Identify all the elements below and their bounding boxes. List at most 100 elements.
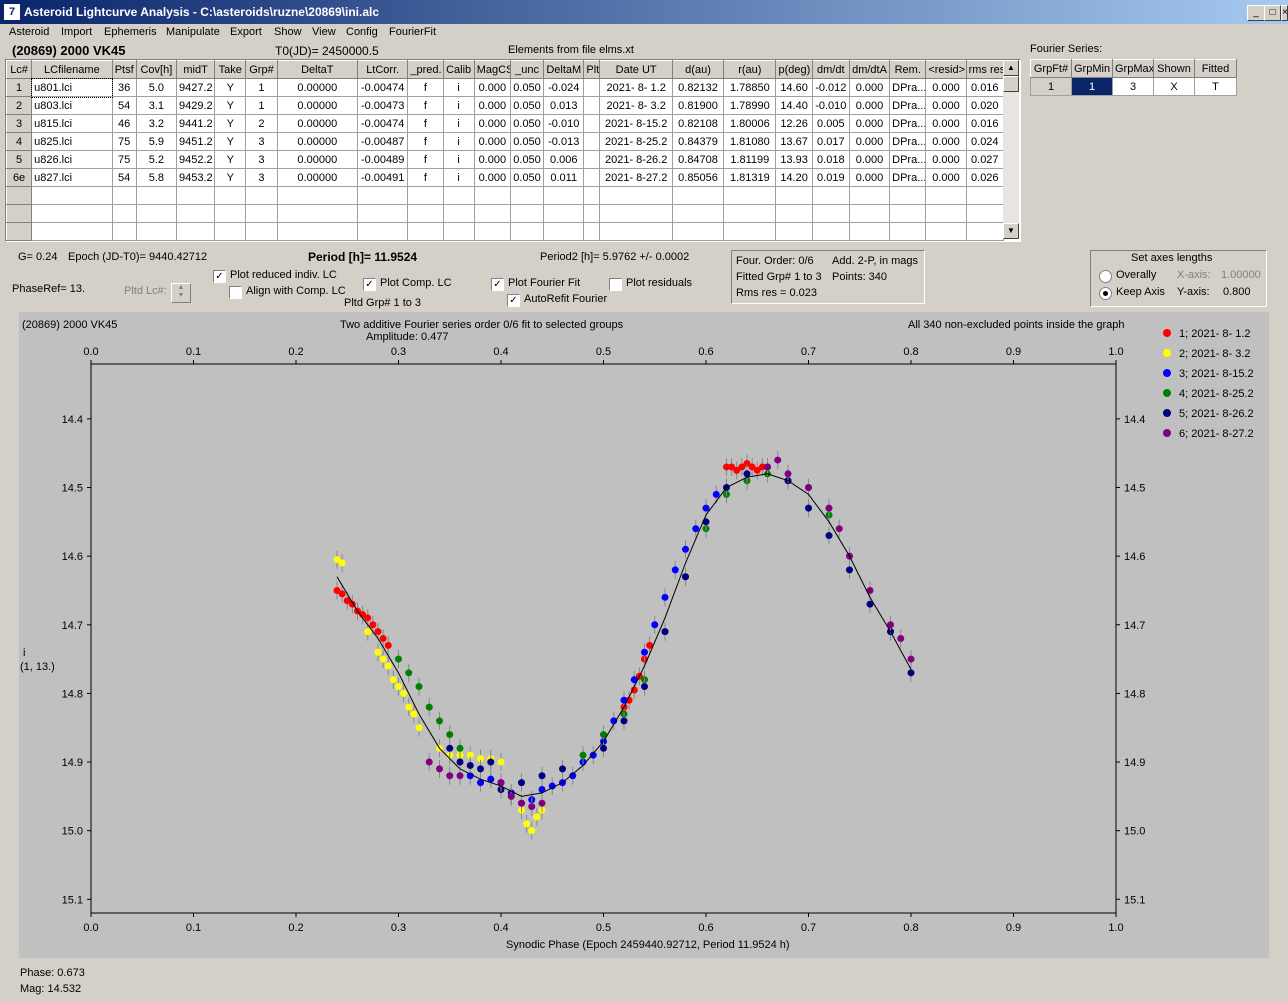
table-cell[interactable] bbox=[583, 222, 601, 241]
table-cell[interactable]: f bbox=[407, 132, 444, 151]
table-cell[interactable]: 1.78990 bbox=[723, 96, 777, 115]
table-cell[interactable] bbox=[509, 186, 545, 205]
yaxis-value[interactable]: 0.800 bbox=[1223, 286, 1251, 298]
table-cell[interactable]: 14.20 bbox=[775, 168, 813, 187]
row-header[interactable]: 3 bbox=[6, 114, 33, 133]
table-cell[interactable] bbox=[811, 204, 850, 223]
lc-col-header[interactable]: LCfilename bbox=[31, 60, 113, 79]
table-cell[interactable]: 0.000 bbox=[925, 78, 967, 97]
table-cell[interactable] bbox=[111, 222, 137, 241]
table-cell[interactable] bbox=[775, 186, 813, 205]
menu-asteroid[interactable]: Asteroid bbox=[9, 26, 49, 38]
table-cell[interactable] bbox=[214, 222, 247, 241]
table-cell[interactable]: Y bbox=[214, 78, 247, 97]
table-cell[interactable] bbox=[245, 186, 278, 205]
table-cell[interactable]: 0.050 bbox=[509, 150, 545, 169]
table-cell[interactable]: 3.2 bbox=[135, 114, 177, 133]
table-cell[interactable]: 0.00000 bbox=[276, 96, 359, 115]
table-cell[interactable]: DPra... bbox=[889, 150, 927, 169]
keep-axis-radio[interactable] bbox=[1099, 287, 1112, 300]
table-cell[interactable] bbox=[407, 204, 444, 223]
row-header[interactable]: 5 bbox=[6, 150, 33, 169]
lc-col-header[interactable]: DeltaT bbox=[276, 60, 359, 79]
table-cell[interactable]: 0.000 bbox=[848, 150, 891, 169]
table-row[interactable]: 2 u803.lci 54 3.1 9429.2 Y 1 0.00000 -0.00473 f i 0… bbox=[6, 96, 1005, 115]
table-cell[interactable]: 0.000 bbox=[925, 114, 967, 133]
table-cell[interactable]: 2021- 8-15.2 bbox=[599, 114, 673, 133]
fourier-cell-grpmin[interactable]: 1 bbox=[1071, 77, 1113, 96]
lc-col-header[interactable]: dm/dt bbox=[811, 60, 850, 79]
table-cell[interactable]: u825.lci bbox=[31, 132, 113, 151]
table-cell[interactable]: i bbox=[442, 96, 475, 115]
table-cell[interactable] bbox=[31, 204, 113, 223]
table-cell[interactable] bbox=[31, 186, 113, 205]
table-cell[interactable]: f bbox=[407, 78, 444, 97]
table-cell[interactable] bbox=[245, 222, 278, 241]
table-cell[interactable] bbox=[671, 204, 725, 223]
table-cell[interactable]: Y bbox=[214, 150, 247, 169]
lc-col-header[interactable]: Rem. bbox=[889, 60, 927, 79]
autorefit-checkbox[interactable]: ✓ bbox=[507, 294, 520, 307]
table-cell[interactable] bbox=[6, 222, 33, 241]
table-cell[interactable]: 3 bbox=[245, 168, 278, 187]
table-cell[interactable]: 5.0 bbox=[135, 78, 177, 97]
table-cell[interactable]: DPra... bbox=[889, 132, 927, 151]
table-cell[interactable]: 1.80006 bbox=[723, 114, 777, 133]
table-cell[interactable]: 0.00000 bbox=[276, 168, 359, 187]
table-cell[interactable]: 0.024 bbox=[965, 132, 1005, 151]
lc-col-header[interactable]: rms res bbox=[965, 60, 1005, 79]
table-cell[interactable]: 54 bbox=[111, 168, 137, 187]
overally-radio[interactable] bbox=[1099, 270, 1112, 283]
table-cell[interactable]: 0.019 bbox=[811, 168, 850, 187]
table-cell[interactable] bbox=[925, 204, 967, 223]
maximize-button[interactable]: □ bbox=[1264, 5, 1281, 21]
table-cell[interactable] bbox=[583, 78, 601, 97]
lc-col-header[interactable]: DeltaM bbox=[543, 60, 585, 79]
table-cell[interactable]: -0.00489 bbox=[357, 150, 409, 169]
table-cell[interactable]: 0.000 bbox=[848, 96, 891, 115]
table-row[interactable]: 1 u801.lci 36 5.0 9427.2 Y 1 0.00000 -0.00474 f i 0… bbox=[6, 77, 1005, 98]
table-cell[interactable]: DPra... bbox=[889, 78, 927, 97]
plot-reduced-checkbox[interactable]: ✓ bbox=[213, 270, 226, 283]
table-cell[interactable]: -0.00491 bbox=[357, 168, 409, 187]
lc-col-header[interactable]: LtCorr. bbox=[357, 60, 409, 79]
table-cell[interactable]: 1 bbox=[245, 78, 278, 97]
table-cell[interactable]: 3 bbox=[245, 150, 278, 169]
table-cell[interactable]: 0.050 bbox=[509, 96, 545, 115]
table-cell[interactable] bbox=[965, 204, 1005, 223]
table-cell[interactable]: 0.84708 bbox=[671, 150, 725, 169]
table-cell[interactable] bbox=[583, 132, 601, 151]
table-cell[interactable] bbox=[543, 186, 585, 205]
table-cell[interactable] bbox=[473, 186, 511, 205]
table-cell[interactable]: 14.60 bbox=[775, 78, 813, 97]
table-row[interactable]: 4 u825.lci 75 5.9 9451.2 Y 3 0.00000 -0.00487 f i 0… bbox=[6, 132, 1005, 151]
table-cell[interactable]: -0.00473 bbox=[357, 96, 409, 115]
align-comp-checkbox[interactable] bbox=[229, 286, 242, 299]
table-row[interactable]: 3 u815.lci 46 3.2 9441.2 Y 2 0.00000 -0.00474 f i 0… bbox=[6, 114, 1005, 133]
table-row[interactable]: 5 u826.lci 75 5.2 9452.2 Y 3 0.00000 -0.00489 f i 0… bbox=[6, 150, 1005, 169]
table-cell[interactable]: 9451.2 bbox=[175, 132, 216, 151]
table-cell[interactable] bbox=[848, 204, 891, 223]
table-cell[interactable] bbox=[357, 222, 409, 241]
table-cell[interactable] bbox=[135, 204, 177, 223]
lc-col-header[interactable]: Take bbox=[214, 60, 247, 79]
lc-col-header[interactable]: d(au) bbox=[671, 60, 725, 79]
table-cell[interactable] bbox=[276, 222, 359, 241]
table-cell[interactable]: 5.2 bbox=[135, 150, 177, 169]
table-cell[interactable]: u803.lci bbox=[31, 96, 113, 115]
table-cell[interactable] bbox=[583, 168, 601, 187]
lc-col-header[interactable]: p(deg) bbox=[775, 60, 813, 79]
table-cell[interactable] bbox=[889, 222, 927, 241]
table-row[interactable]: 6e u827.lci 54 5.8 9453.2 Y 3 0.00000 -0.00491 f i… bbox=[6, 168, 1005, 187]
table-cell[interactable] bbox=[848, 222, 891, 241]
table-cell[interactable]: 0.000 bbox=[473, 114, 511, 133]
table-cell[interactable]: 9429.2 bbox=[175, 96, 216, 115]
table-cell[interactable]: 0.00000 bbox=[276, 78, 359, 97]
table-cell[interactable] bbox=[276, 186, 359, 205]
table-cell[interactable]: 0.050 bbox=[509, 132, 545, 151]
lc-col-header[interactable]: Ptsf bbox=[111, 60, 137, 79]
table-cell[interactable]: 0.000 bbox=[473, 168, 511, 187]
plot-comp-checkbox[interactable]: ✓ bbox=[363, 278, 376, 291]
table-cell[interactable] bbox=[848, 186, 891, 205]
lc-col-header[interactable]: Cov[h] bbox=[135, 60, 177, 79]
